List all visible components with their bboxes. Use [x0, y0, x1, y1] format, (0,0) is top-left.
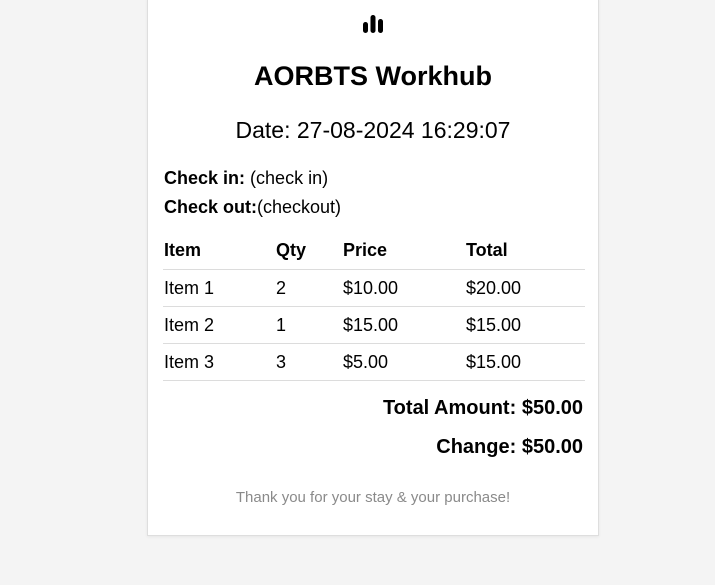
check-out-value: (checkout) — [257, 197, 342, 217]
column-header-item: Item — [163, 231, 275, 270]
receipt-card: AORBTS Workhub Date: 27-08-2024 16:29:07… — [147, 0, 599, 536]
change-amount: Change: $50.00 — [436, 435, 583, 459]
check-out-label: Check out: — [164, 197, 258, 217]
cell-item: Item 3 — [163, 343, 275, 381]
cell-price: $5.00 — [342, 343, 465, 381]
thank-you-footer: Thank you for your stay & your purchase! — [235, 489, 511, 506]
total-amount-label: Total Amount: — [382, 397, 517, 419]
items-table: Item Qty Price Total Item 1 2 $10.00 $20… — [163, 231, 585, 381]
cell-qty: 2 — [275, 269, 342, 307]
date-label: Date: — [235, 117, 291, 143]
cell-price: $10.00 — [342, 269, 465, 307]
check-in-line: Check in: (check in) — [164, 167, 328, 189]
cell-total: $15.00 — [465, 343, 585, 381]
logo — [148, 13, 598, 35]
cell-total: $20.00 — [465, 269, 585, 307]
table-row: Item 3 3 $5.00 $15.00 — [163, 343, 585, 381]
date-value: 27-08-2024 16:29:07 — [296, 117, 511, 143]
table-header-row: Item Qty Price Total — [163, 231, 585, 270]
cell-item: Item 2 — [163, 306, 275, 344]
total-amount-value: $50.00 — [521, 397, 583, 419]
cell-qty: 1 — [275, 306, 342, 344]
column-header-qty: Qty — [275, 231, 342, 270]
change-value: $50.00 — [521, 436, 583, 458]
bar-chart-icon — [362, 13, 384, 35]
check-out-line: Check out:(checkout) — [164, 196, 341, 218]
cell-price: $15.00 — [342, 306, 465, 344]
cell-qty: 3 — [275, 343, 342, 381]
check-in-value: (check in) — [250, 168, 329, 188]
cell-item: Item 1 — [163, 269, 275, 307]
receipt-title: AORBTS Workhub — [254, 61, 492, 91]
column-header-price: Price — [342, 231, 465, 270]
total-amount: Total Amount: $50.00 — [383, 396, 583, 420]
change-label: Change: — [436, 436, 517, 458]
table-row: Item 2 1 $15.00 $15.00 — [163, 306, 585, 344]
column-header-total: Total — [465, 231, 585, 270]
check-in-label: Check in: — [164, 168, 246, 188]
receipt-date: Date: 27-08-2024 16:29:07 — [148, 116, 598, 144]
cell-total: $15.00 — [465, 306, 585, 344]
table-row: Item 1 2 $10.00 $20.00 — [163, 269, 585, 307]
